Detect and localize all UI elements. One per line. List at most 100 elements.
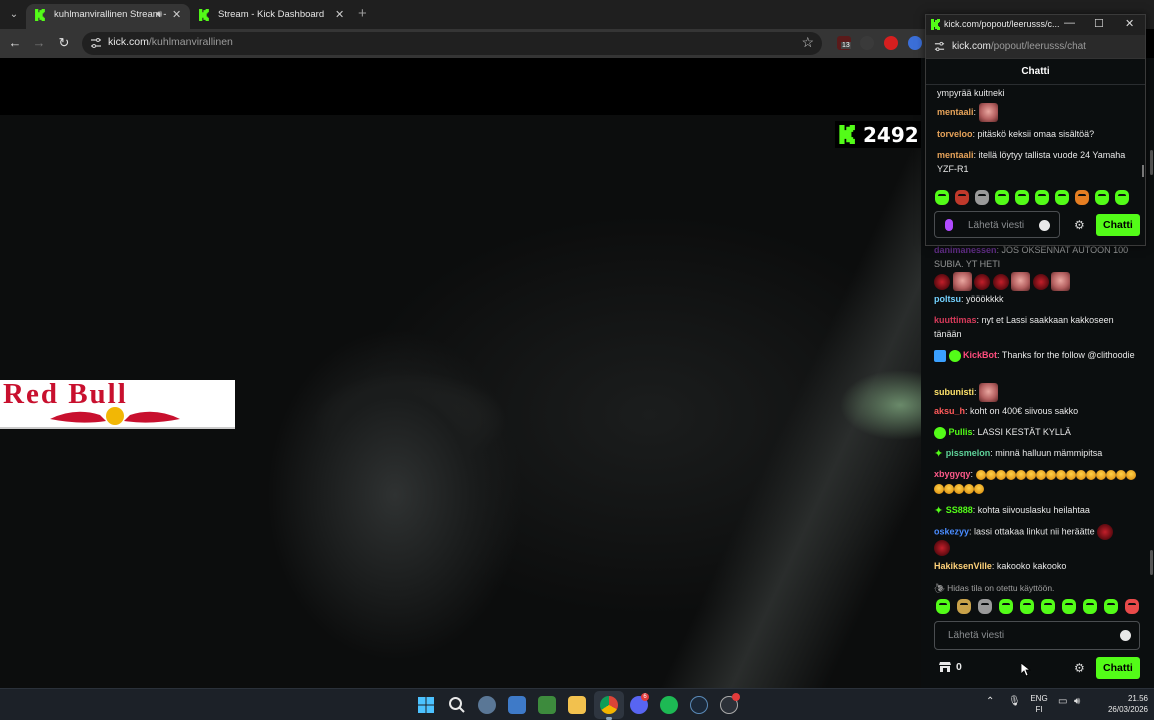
language-indicator[interactable]: ENG FI bbox=[1030, 693, 1048, 715]
chat-scrollbar[interactable] bbox=[1150, 550, 1153, 575]
network-icon[interactable]: ▭ bbox=[1058, 696, 1067, 707]
tab-search-chevron-icon[interactable]: ⌄ bbox=[6, 7, 22, 23]
volume-icon[interactable]: 🔊︎ bbox=[1074, 696, 1080, 707]
chat-text: kohta siivouslasku heilahtaa bbox=[977, 505, 1090, 515]
chat-username[interactable]: mentaali bbox=[937, 107, 974, 117]
chat-send-button[interactable]: Chatti bbox=[1096, 657, 1140, 679]
forward-arrow-icon[interactable]: → bbox=[31, 35, 47, 51]
chat-username[interactable]: KickBot bbox=[963, 350, 997, 360]
chat-username[interactable]: oskezyy bbox=[934, 526, 969, 536]
quick-emote[interactable] bbox=[1020, 599, 1034, 614]
chat-message: mentaali: bbox=[937, 103, 1132, 122]
quick-emote[interactable] bbox=[1115, 190, 1129, 205]
extension-blue-icon[interactable] bbox=[908, 36, 922, 50]
chat-username[interactable]: xbygyqy bbox=[934, 469, 971, 479]
tab-kuhlmanvirallinen-stream[interactable]: kuhlmanvirallinen Stream - 🔊︎ ✕ bbox=[26, 4, 190, 29]
chat-username[interactable]: aksu_h bbox=[934, 406, 965, 416]
extension-glasses-icon[interactable] bbox=[860, 36, 874, 50]
quick-emote[interactable] bbox=[978, 599, 992, 614]
page-scrollbar[interactable] bbox=[1150, 150, 1153, 175]
speaker-icon[interactable]: 🔊︎ bbox=[156, 4, 162, 26]
stream-player[interactable]: 2492 Red Bull bbox=[0, 58, 927, 689]
bookmark-star-icon[interactable]: ☆ bbox=[801, 34, 814, 51]
notification-badge bbox=[732, 693, 740, 701]
file-explorer-icon[interactable] bbox=[568, 696, 586, 714]
tab-close-icon[interactable]: ✕ bbox=[335, 4, 344, 26]
tab-kick-dashboard[interactable]: Stream - Kick Dashboard ✕ bbox=[190, 4, 352, 29]
chat-username[interactable]: SS888 bbox=[946, 505, 973, 515]
microphone-tray-icon[interactable]: 🎙︎ bbox=[1008, 696, 1021, 707]
chrome-icon[interactable] bbox=[600, 696, 618, 714]
chat-username[interactable]: danimanessen bbox=[934, 245, 997, 255]
chat-username[interactable]: mentaali bbox=[937, 150, 974, 160]
chat-text: yööökkkk bbox=[966, 294, 1004, 304]
chat-username[interactable]: torveloo bbox=[937, 129, 973, 139]
quick-emote[interactable] bbox=[955, 190, 969, 205]
new-tab-plus-icon[interactable]: + bbox=[358, 5, 367, 22]
quick-emote[interactable] bbox=[957, 599, 971, 614]
chat-message: kuuttimas: nyt et Lassi saakkaan kakkose… bbox=[934, 315, 1114, 339]
quick-emote[interactable] bbox=[995, 190, 1009, 205]
chat-username[interactable]: subunisti bbox=[934, 387, 974, 397]
popout-message-input[interactable]: Lähetä viesti bbox=[934, 211, 1060, 238]
verified-badge-icon bbox=[934, 426, 946, 439]
chat-username[interactable]: Pullis bbox=[949, 427, 973, 437]
kick-logo-icon bbox=[35, 9, 45, 21]
quick-emote[interactable] bbox=[1095, 190, 1109, 205]
minimize-icon[interactable]: — bbox=[1064, 17, 1075, 29]
address-bar[interactable]: kick.com/kuhlmanvirallinen ☆ bbox=[82, 32, 822, 55]
quick-emote[interactable] bbox=[1104, 599, 1118, 614]
site-info-icon[interactable] bbox=[934, 41, 945, 52]
maximize-icon[interactable]: ☐ bbox=[1094, 17, 1104, 30]
quick-emote[interactable] bbox=[1125, 599, 1139, 614]
quick-emote[interactable] bbox=[1035, 190, 1049, 205]
photos-icon[interactable] bbox=[508, 696, 526, 714]
site-info-icon[interactable] bbox=[90, 37, 102, 49]
emoji-picker-icon[interactable] bbox=[1120, 630, 1131, 641]
steam-icon[interactable] bbox=[690, 696, 708, 714]
extension-badge: 13 bbox=[841, 42, 851, 49]
system-clock[interactable]: 21.56 26/03/2026 bbox=[1098, 693, 1148, 715]
chat-username[interactable]: poltsu bbox=[934, 294, 961, 304]
emote bbox=[1097, 524, 1114, 540]
popout-send-button[interactable]: Chatti bbox=[1096, 214, 1140, 236]
quick-emote[interactable] bbox=[935, 190, 949, 205]
windows-start-icon[interactable] bbox=[417, 696, 435, 714]
spotify-icon[interactable] bbox=[660, 696, 678, 714]
chat-settings-gear-icon[interactable]: ⚙ bbox=[1074, 218, 1085, 232]
settings-gear-icon[interactable] bbox=[478, 696, 496, 714]
quick-emote[interactable] bbox=[1075, 190, 1089, 205]
chat-message-input[interactable]: Lähetä viesti bbox=[934, 621, 1140, 650]
quick-emote[interactable] bbox=[936, 599, 950, 614]
search-icon[interactable] bbox=[448, 696, 466, 714]
quick-emote[interactable] bbox=[1083, 599, 1097, 614]
popout-scrollbar[interactable] bbox=[1142, 165, 1144, 177]
store-icon[interactable] bbox=[939, 661, 951, 673]
tab-close-icon[interactable]: ✕ bbox=[172, 4, 181, 26]
subscriber-star-icon: ✦ bbox=[934, 447, 944, 460]
chat-settings-gear-icon[interactable]: ⚙ bbox=[1074, 661, 1085, 675]
quick-emote[interactable] bbox=[1041, 599, 1055, 614]
emoji-picker-icon[interactable] bbox=[1039, 220, 1050, 231]
chat-message: HakiksenVille: kakooko kakooko bbox=[934, 561, 1067, 571]
popout-address-bar[interactable]: kick.com/popout/leerusss/chat bbox=[926, 35, 1145, 59]
quick-emote[interactable] bbox=[999, 599, 1013, 614]
quick-emote[interactable] bbox=[975, 190, 989, 205]
extension-red-icon[interactable] bbox=[884, 36, 898, 50]
chat-text: kakooko kakooko bbox=[996, 561, 1067, 571]
quick-emote[interactable] bbox=[1062, 599, 1076, 614]
tray-chevron-up-icon[interactable]: ⌃ bbox=[986, 696, 994, 707]
chat-username[interactable]: kuuttimas bbox=[934, 315, 977, 325]
app-icon[interactable] bbox=[538, 696, 556, 714]
chat-username[interactable]: pissmelon bbox=[946, 448, 991, 458]
popout-input-placeholder: Lähetä viesti bbox=[968, 220, 1025, 231]
back-arrow-icon[interactable]: ← bbox=[7, 35, 23, 51]
chat-username[interactable]: HakiksenVille bbox=[934, 561, 992, 571]
quick-emote[interactable] bbox=[1055, 190, 1069, 205]
microphone-icon[interactable] bbox=[945, 219, 953, 231]
quick-emote[interactable] bbox=[1015, 190, 1029, 205]
extension-icon[interactable]: 13 bbox=[837, 36, 851, 50]
close-window-icon[interactable]: ✕ bbox=[1125, 17, 1134, 30]
reload-icon[interactable]: ↻ bbox=[56, 35, 72, 51]
chat-text: LASSI KESTÄT KYLLÄ bbox=[977, 427, 1071, 437]
